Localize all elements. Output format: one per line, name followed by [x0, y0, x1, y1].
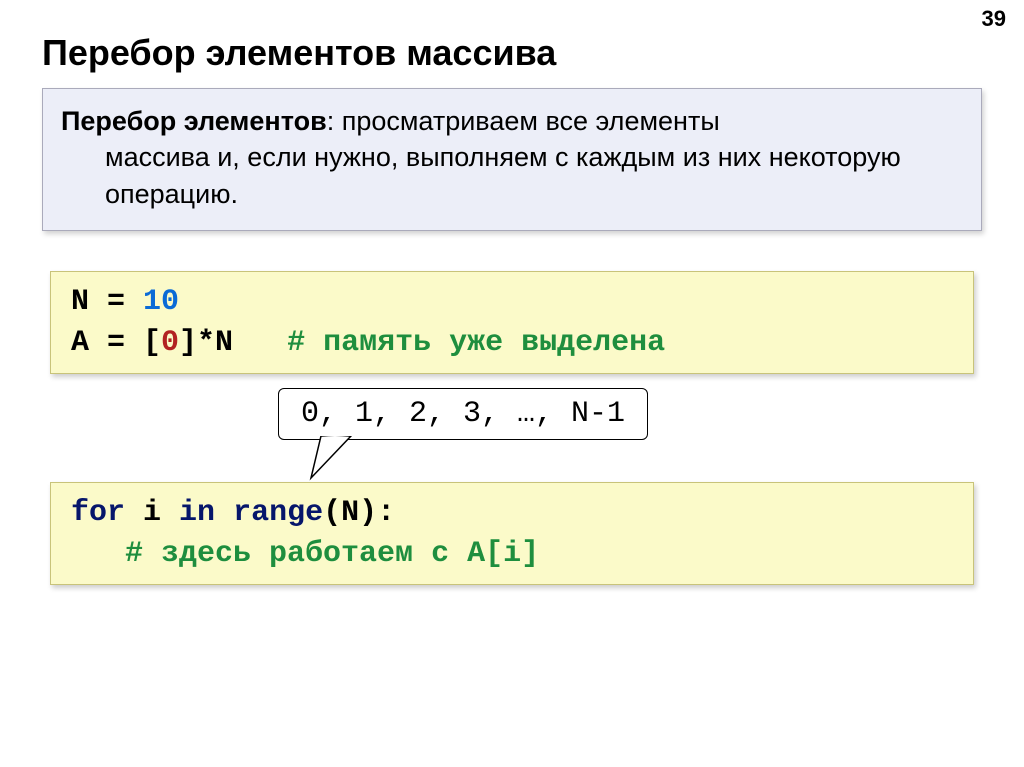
code-block-allocation: N = 10 A = [0]*N # память уже выделена [50, 271, 974, 374]
page-number: 39 [982, 6, 1006, 32]
code-indent [71, 537, 125, 571]
callout-wrapper: 0, 1, 2, 3, …, N-1 [42, 388, 982, 478]
code-token: 0 [161, 326, 179, 360]
slide-title: Перебор элементов массива [42, 32, 982, 74]
definition-line-1: Перебор элементов: просматриваем все эле… [61, 103, 963, 139]
code-token: 10 [143, 285, 179, 319]
code-token: (N): [323, 496, 395, 530]
code-token: N [71, 285, 89, 319]
code-comment: # здесь работаем с A[i] [125, 537, 539, 571]
definition-term: Перебор элементов [61, 106, 327, 136]
code-token [215, 496, 233, 530]
code-builtin: range [233, 496, 323, 530]
code-token: = [89, 285, 143, 319]
callout-tail-icon [307, 436, 367, 482]
code-block-loop: for i in range(N): # здесь работаем с A[… [50, 482, 974, 585]
definition-box: Перебор элементов: просматриваем все эле… [42, 88, 982, 231]
code-keyword: for [71, 496, 125, 530]
callout-bubble: 0, 1, 2, 3, …, N-1 [278, 388, 648, 440]
definition-rest-1: : просматриваем все элементы [327, 106, 720, 136]
code-token: = [ [89, 326, 161, 360]
code-token: A [71, 326, 89, 360]
code-token: i [125, 496, 179, 530]
code-keyword: in [179, 496, 215, 530]
code-token: ]*N [179, 326, 287, 360]
definition-line-2: массива и, если нужно, выполняем с кажды… [61, 139, 963, 212]
code-comment: # память уже выделена [287, 326, 665, 360]
slide: 39 Перебор элементов массива Перебор эле… [0, 0, 1024, 767]
